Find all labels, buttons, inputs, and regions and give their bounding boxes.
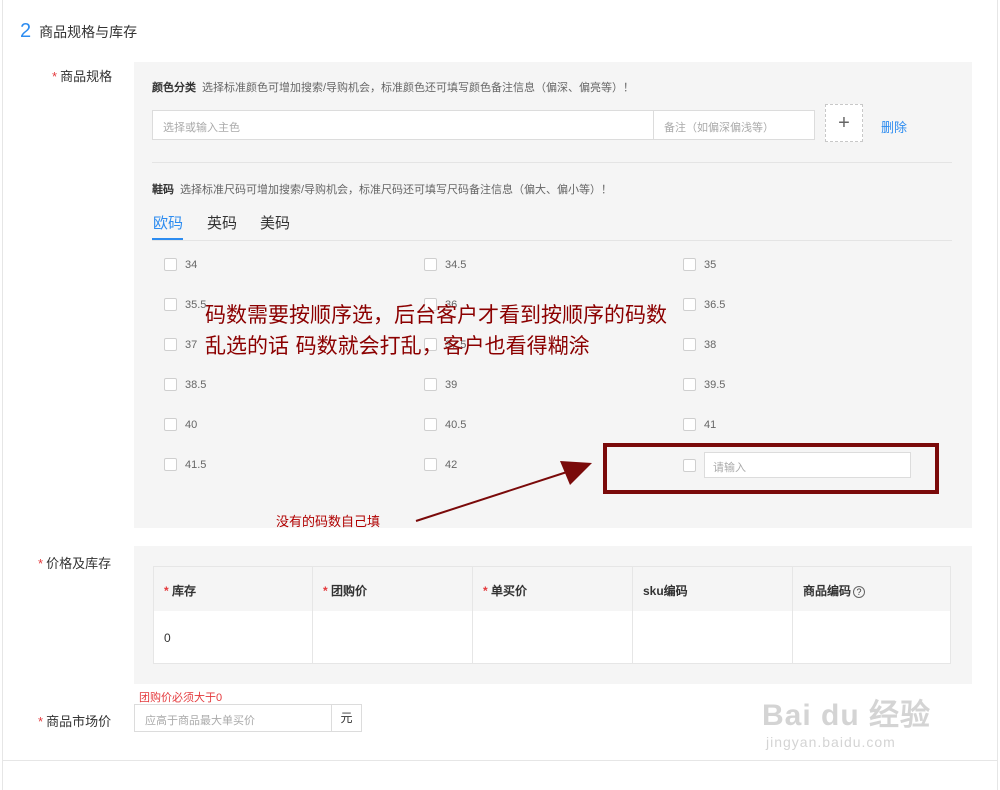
- column-header: * 团购价: [323, 584, 368, 598]
- column-header: * 库存: [164, 584, 197, 598]
- size-hint: 鞋码 选择标准尺码可增加搜索/导购机会，标准尺码还可填写尺码备注信息（偏大、偏小等…: [152, 181, 612, 197]
- size-option-label: 41.5: [185, 458, 207, 471]
- checkbox-icon[interactable]: [683, 338, 696, 351]
- price-table: * 库存 0 * 团购价 * 单买价 sku编码 商品编码?: [153, 566, 951, 664]
- tab-divider: [152, 240, 952, 241]
- size-option[interactable]: 41: [683, 418, 716, 431]
- size-option-label: 40: [185, 418, 198, 431]
- annotation-text-line2: 乱选的话 码数就会打乱，客户也看得糊涂: [205, 334, 590, 358]
- currency-unit: 元: [331, 704, 362, 732]
- size-option[interactable]: 38: [683, 338, 716, 351]
- color-hint-text: 选择标准颜色可增加搜索/导购机会，标准颜色还可填写颜色备注信息（偏深、偏亮等）！: [202, 82, 635, 94]
- size-title: 鞋码: [152, 184, 174, 196]
- column-header: * 单买价: [483, 584, 528, 598]
- price-column: 商品编码?: [793, 567, 950, 663]
- section-number: 2: [20, 20, 32, 42]
- add-color-button[interactable]: +: [825, 104, 863, 142]
- market-price-label-text: 商品市场价: [46, 714, 112, 729]
- tab-uk-size[interactable]: 英码: [207, 212, 237, 233]
- market-price-label: * 商品市场价: [38, 711, 111, 730]
- spec-label-text: 商品规格: [60, 69, 113, 84]
- required-mark: *: [38, 556, 44, 571]
- main-color-input[interactable]: 选择或输入主色: [152, 110, 654, 140]
- color-hint: 颜色分类 选择标准颜色可增加搜索/导购机会，标准颜色还可填写颜色备注信息（偏深、偏…: [152, 79, 634, 95]
- checkbox-icon[interactable]: [683, 378, 696, 391]
- section-title: 商品规格与库存: [39, 24, 138, 40]
- size-option[interactable]: 37: [164, 338, 197, 351]
- required-mark: *: [52, 69, 58, 84]
- market-price-input[interactable]: 应高于商品最大单买价: [134, 704, 332, 732]
- price-column: sku编码: [633, 567, 793, 663]
- price-label: * 价格及库存: [38, 553, 111, 572]
- checkbox-icon[interactable]: [164, 378, 177, 391]
- watermark-main: Bai du 经验: [762, 699, 932, 732]
- checkbox-icon[interactable]: [164, 458, 177, 471]
- help-icon[interactable]: ?: [853, 586, 866, 598]
- column-header: 商品编码?: [803, 582, 866, 599]
- size-option[interactable]: 36.5: [683, 298, 725, 311]
- size-option[interactable]: 39: [424, 378, 457, 391]
- delete-color-link[interactable]: 删除: [881, 117, 907, 136]
- annotation-arrow-icon: [415, 461, 592, 522]
- size-option-label: 34.5: [445, 258, 467, 271]
- annotation-text-line1: 码数需要按顺序选，后台客户才看到按顺序的码数: [205, 303, 667, 327]
- size-option-label: 39: [445, 378, 458, 391]
- size-option[interactable]: 40: [164, 418, 197, 431]
- size-option[interactable]: 35: [683, 258, 716, 271]
- price-column: * 库存 0: [154, 567, 313, 663]
- checkbox-icon[interactable]: [424, 418, 437, 431]
- watermark-sub: jingyan.baidu.com: [766, 734, 896, 750]
- size-option-label: 40.5: [445, 418, 467, 431]
- annotation-highlight-box: [603, 443, 939, 494]
- price-column: * 团购价: [313, 567, 473, 663]
- annotation-arrow-caption: 没有的码数自己填: [276, 514, 381, 529]
- size-option[interactable]: 39.5: [683, 378, 725, 391]
- tab-eu-size[interactable]: 欧码: [153, 212, 183, 233]
- section-heading: 2 商品规格与库存: [20, 20, 137, 43]
- size-option[interactable]: 35.5: [164, 298, 206, 311]
- size-option[interactable]: 41.5: [164, 458, 206, 471]
- tab-us-size[interactable]: 美码: [260, 212, 290, 233]
- size-option-label: 37: [185, 338, 198, 351]
- size-option-label: 41: [704, 418, 717, 431]
- size-option[interactable]: 34.5: [424, 258, 466, 271]
- checkbox-icon[interactable]: [424, 378, 437, 391]
- table-cell[interactable]: 0: [164, 631, 171, 645]
- size-option[interactable]: 38.5: [164, 378, 206, 391]
- size-option-label: 38.5: [185, 378, 207, 391]
- checkbox-icon[interactable]: [164, 258, 177, 271]
- size-option-label: 35: [704, 258, 717, 271]
- size-option[interactable]: 40.5: [424, 418, 466, 431]
- column-header: sku编码: [643, 584, 688, 598]
- checkbox-icon[interactable]: [164, 298, 177, 311]
- spec-label: * 商品规格: [52, 66, 112, 85]
- required-mark: *: [38, 714, 44, 729]
- validation-error: 团购价必须大于0: [139, 692, 223, 704]
- spec-divider: [152, 162, 952, 163]
- size-hint-text: 选择标准尺码可增加搜索/导购机会，标准尺码还可填写尺码备注信息（偏大、偏小等）！: [180, 184, 613, 196]
- checkbox-icon[interactable]: [164, 418, 177, 431]
- size-option-label: 34: [185, 258, 198, 271]
- checkbox-icon[interactable]: [683, 298, 696, 311]
- price-column: * 单买价: [473, 567, 633, 663]
- checkbox-icon[interactable]: [683, 418, 696, 431]
- bottom-divider: [2, 760, 998, 761]
- color-title: 颜色分类: [152, 82, 196, 94]
- baidu-watermark-logo: Bai du 经验 jingyan.baidu.com: [762, 690, 931, 750]
- size-option[interactable]: 34: [164, 258, 197, 271]
- size-option-label: 38: [704, 338, 717, 351]
- checkbox-icon[interactable]: [683, 258, 696, 271]
- checkbox-icon[interactable]: [424, 258, 437, 271]
- price-label-text: 价格及库存: [46, 556, 112, 571]
- checkbox-icon[interactable]: [164, 338, 177, 351]
- size-option-label: 39.5: [704, 378, 726, 391]
- size-option-label: 36.5: [704, 298, 726, 311]
- color-remark-input[interactable]: 备注（如偏深偏浅等）: [653, 110, 815, 140]
- size-option-label: 35.5: [185, 298, 207, 311]
